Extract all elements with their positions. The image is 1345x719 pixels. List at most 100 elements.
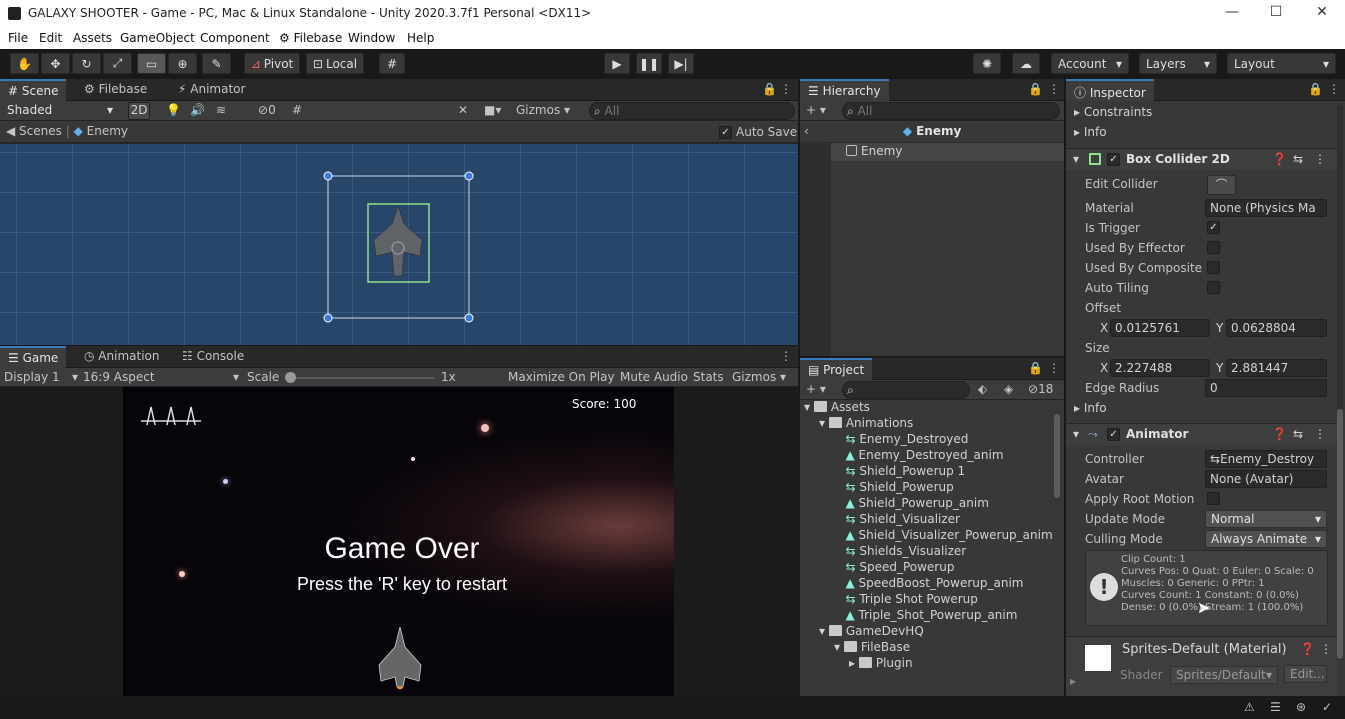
help-icon[interactable]: ❓ — [1272, 427, 1287, 443]
pause-button[interactable]: ❚❚ — [636, 53, 662, 74]
tab-animator[interactable]: ⚡ Animator — [170, 79, 253, 101]
shader-dropdown[interactable]: Sprites/Default ▾ — [1170, 666, 1278, 684]
offset-y-field[interactable]: 0.0628804 — [1226, 319, 1327, 337]
step-button[interactable]: ▶| — [668, 53, 694, 74]
tab-scene[interactable]: # Scene — [0, 79, 67, 101]
custom-tool-icon[interactable]: ✎ — [202, 53, 231, 74]
effects-icon[interactable]: ≋ — [216, 103, 226, 117]
apply-root-motion-checkbox[interactable] — [1207, 492, 1220, 505]
foldout-icon[interactable]: ▾ — [819, 416, 829, 430]
shading-dropdown[interactable]: Shaded ▾ — [2, 102, 118, 120]
collab-icon[interactable]: ✺ — [973, 53, 1001, 74]
project-item[interactable]: ▲ Shield_Visualizer_Powerup_anim — [834, 528, 1052, 544]
tab-inspector[interactable]: ⓘ Inspector — [1066, 79, 1154, 101]
cache-icon[interactable]: ⊛ — [1296, 700, 1306, 714]
foldout-icon[interactable]: ▾ — [804, 400, 814, 414]
collider-info-foldout[interactable]: ▸ Info — [1074, 401, 1107, 417]
size-y-field[interactable]: 2.881447 — [1226, 359, 1327, 377]
auto-save-toggle[interactable]: ✓ Auto Save — [719, 125, 797, 139]
shader-edit-button[interactable]: Edit... — [1284, 665, 1327, 683]
edge-radius-field[interactable]: 0 — [1205, 379, 1327, 397]
controller-field[interactable]: ⇆Enemy_Destroy — [1205, 450, 1327, 468]
minimize-icon[interactable]: — — [1222, 4, 1242, 24]
lock-icon[interactable]: 🔒 — [762, 82, 777, 96]
pivot-button[interactable]: ⊿ Pivot — [244, 53, 300, 74]
lighting-icon[interactable]: 💡 — [166, 103, 181, 117]
project-item[interactable]: ▸ Plugin — [849, 656, 913, 672]
layers-dropdown[interactable]: Layers ▾ — [1139, 53, 1217, 74]
help-icon[interactable]: ❓ — [1300, 642, 1315, 658]
project-item[interactable]: ⇆ Shield_Visualizer — [834, 512, 960, 528]
menu-component[interactable]: Component — [200, 31, 270, 45]
more-icon[interactable]: ⋮ — [1320, 642, 1332, 658]
tab-project[interactable]: ▤ Project — [800, 358, 873, 380]
project-item[interactable]: ⇆ Speed_Powerup — [834, 560, 954, 576]
preset-icon[interactable]: ⇆ — [1293, 152, 1303, 168]
project-scrollbar[interactable] — [1054, 414, 1060, 498]
menu-help[interactable]: Help — [407, 31, 434, 45]
info-foldout[interactable]: ▸ Info — [1074, 125, 1107, 141]
hierarchy-search-input[interactable]: ⌕ All — [842, 102, 1060, 120]
project-search-input[interactable]: ⌕ — [842, 381, 970, 399]
lock-icon[interactable]: 🔒 — [1028, 82, 1043, 96]
rotate-tool-icon[interactable]: ↻ — [72, 53, 101, 74]
preset-icon[interactable]: ⇆ — [1293, 427, 1303, 443]
scale-tool-icon[interactable]: ⤢ — [103, 53, 132, 74]
breadcrumb-scenes[interactable]: Scenes — [19, 124, 62, 138]
project-item[interactable]: ▾ GameDevHQ — [819, 624, 924, 640]
tab-filebase[interactable]: ⚙ Filebase — [76, 79, 155, 101]
breadcrumb-enemy[interactable]: Enemy — [87, 124, 128, 138]
update-mode-dropdown[interactable]: Normal ▾ — [1205, 510, 1327, 528]
used-by-effector-checkbox[interactable] — [1207, 241, 1220, 254]
menu-file[interactable]: File — [8, 31, 28, 45]
project-item[interactable]: ▾ FileBase — [834, 640, 910, 656]
material-foldout-icon[interactable]: ▸ — [1070, 674, 1076, 690]
local-button[interactable]: ⊡ Local — [306, 53, 364, 74]
material-field[interactable]: None (Physics Ma — [1205, 199, 1327, 217]
animator-foldout-icon[interactable]: ▾ — [1073, 427, 1079, 443]
lock-icon[interactable]: 🔒 — [1028, 361, 1043, 375]
tab-game[interactable]: ☰ Game — [0, 346, 67, 368]
progress-icon[interactable]: ☰ — [1270, 700, 1281, 714]
more-icon[interactable]: ⋮ — [780, 349, 792, 363]
foldout-icon[interactable]: ▸ — [849, 656, 859, 670]
help-icon[interactable]: ❓ — [1272, 152, 1287, 168]
project-item[interactable]: ⇆ Shields_Visualizer — [834, 544, 966, 560]
account-dropdown[interactable]: Account ▾ — [1051, 53, 1129, 74]
display-dropdown[interactable]: Display 1 ▾ — [4, 370, 78, 384]
status-ok-icon[interactable]: ✓ — [1322, 700, 1332, 714]
menu-filebase[interactable]: ⚙ Filebase — [279, 31, 342, 45]
project-item[interactable]: ▾ Animations — [819, 416, 913, 432]
game-gizmos-dropdown[interactable]: Gizmos ▾ — [732, 370, 786, 384]
hidden-objects-icon[interactable]: ⊘0 — [258, 103, 276, 117]
scene-view[interactable] — [0, 144, 798, 345]
hierarchy-item-enemy[interactable]: Enemy — [846, 144, 902, 160]
more-icon[interactable]: ⋮ — [1048, 82, 1060, 96]
filter-type-icon[interactable]: ⬖ — [978, 382, 987, 396]
auto-save-checkbox[interactable]: ✓ — [719, 125, 732, 139]
menu-assets[interactable]: Assets — [73, 31, 112, 45]
box-collider-foldout-icon[interactable]: ▾ — [1073, 152, 1079, 168]
more-icon[interactable]: ⋮ — [1314, 152, 1326, 168]
menu-window[interactable]: Window — [348, 31, 395, 45]
project-item[interactable]: ▾ Assets — [804, 400, 870, 416]
close-icon[interactable]: ✕ — [1312, 4, 1332, 24]
grid-icon[interactable]: # — [292, 103, 302, 117]
gizmos-dropdown[interactable]: Gizmos ▾ — [516, 103, 570, 117]
project-item[interactable]: ⇆ Shield_Powerup — [834, 480, 953, 496]
audio-icon[interactable]: 🔊 — [190, 103, 205, 117]
more-icon[interactable]: ⋮ — [780, 82, 792, 96]
offset-x-field[interactable]: 0.0125761 — [1110, 319, 1210, 337]
project-item[interactable]: ⇆ Triple Shot Powerup — [834, 592, 977, 608]
animator-enabled-checkbox[interactable]: ✓ — [1107, 428, 1120, 441]
scale-slider-handle[interactable] — [285, 372, 296, 383]
project-item[interactable]: ⇆ Shield_Powerup 1 — [834, 464, 965, 480]
create-button[interactable]: + ▾ — [806, 382, 826, 396]
lock-icon[interactable]: 🔒 — [1308, 82, 1323, 96]
is-trigger-checkbox[interactable]: ✓ — [1207, 221, 1220, 234]
avatar-field[interactable]: None (Avatar) — [1205, 470, 1327, 488]
debug-icon[interactable]: ⚠ — [1244, 700, 1255, 714]
move-tool-icon[interactable]: ✥ — [41, 53, 70, 74]
auto-tiling-checkbox[interactable] — [1207, 281, 1220, 294]
tab-console[interactable]: ☷ Console — [174, 346, 252, 368]
